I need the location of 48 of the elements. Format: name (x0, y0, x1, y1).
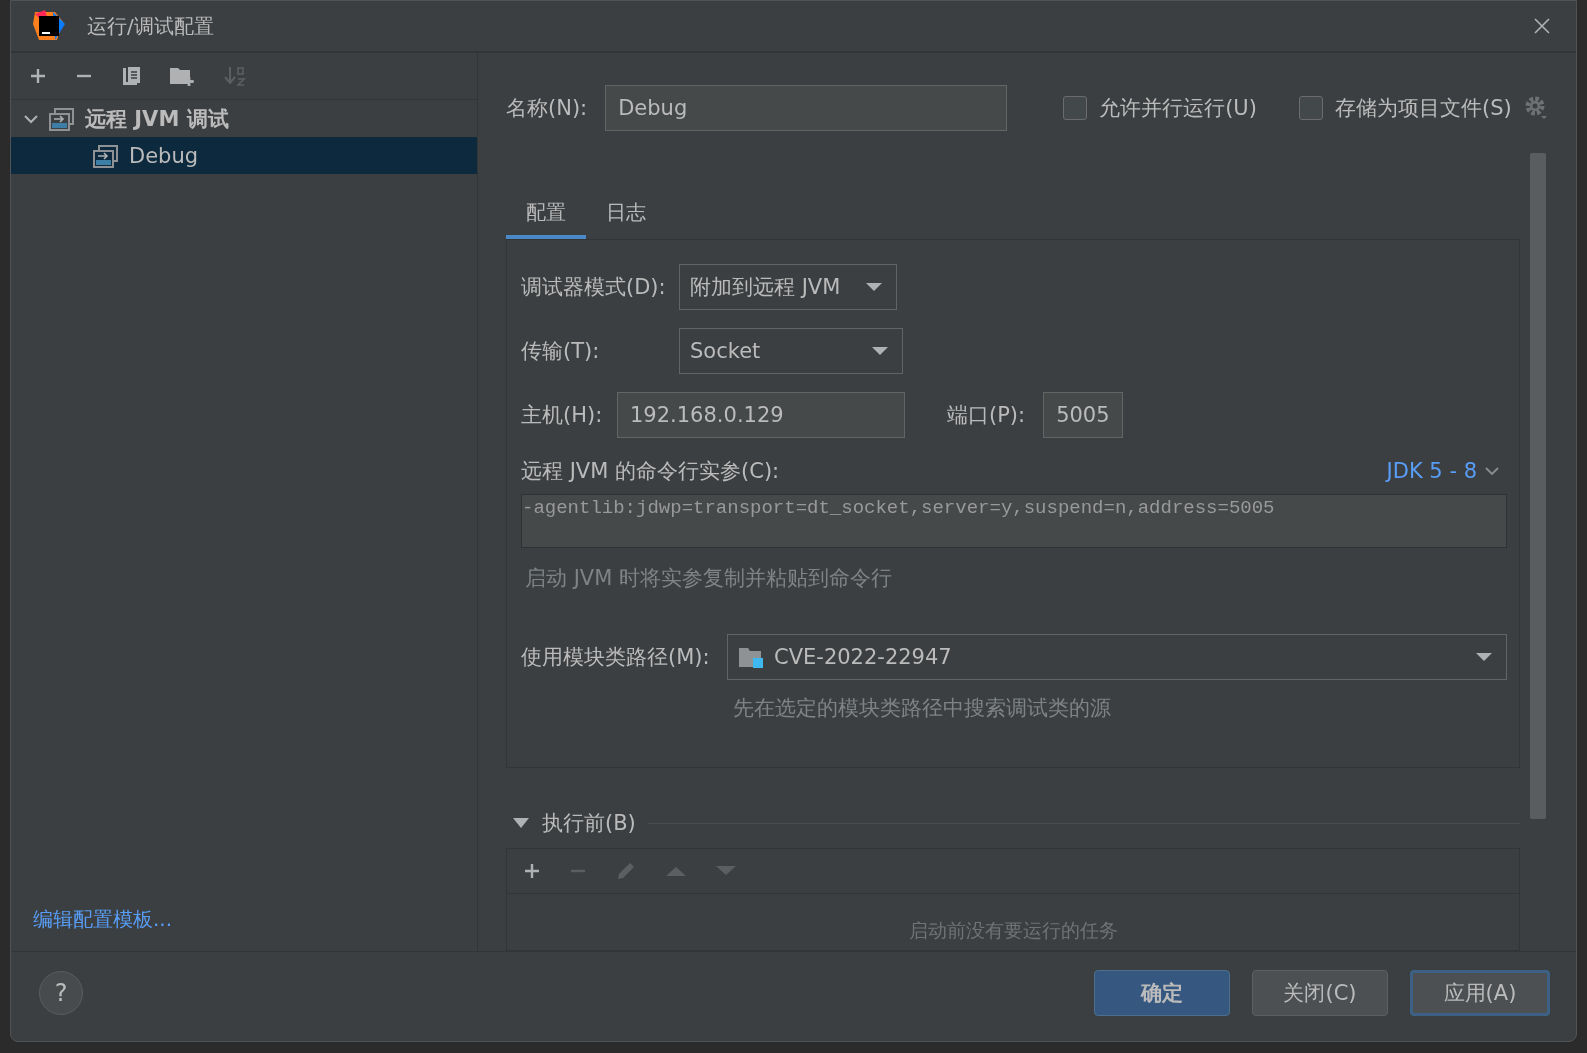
folder-add-icon[interactable] (169, 65, 195, 87)
add-icon[interactable] (29, 67, 47, 85)
dialog-button[interactable]: 关闭(C) (1252, 969, 1388, 1016)
tab[interactable]: 日志 (586, 189, 666, 239)
add-icon[interactable] (523, 862, 541, 880)
copy-icon[interactable] (121, 66, 141, 86)
name-field[interactable]: Debug (605, 85, 1008, 131)
tab[interactable]: 配置 (506, 189, 586, 239)
chevron-down-icon (1485, 466, 1499, 476)
section-title: 执行前(B) (542, 810, 636, 837)
dropdown-arrow-icon (1476, 652, 1492, 662)
field-label: 传输(T): (521, 338, 601, 365)
checkbox-label: 允许并行运行(U) (1099, 95, 1257, 122)
remote-config-icon (93, 143, 119, 168)
scrollbar-thumb[interactable] (1530, 153, 1546, 819)
checkbox[interactable] (1298, 96, 1323, 120)
checkbox-label: 存储为项目文件(S) (1334, 95, 1512, 122)
remote-config-icon (49, 106, 75, 131)
close-icon (1534, 18, 1550, 34)
field-label: 端口(P): (947, 402, 1026, 429)
hint-text: 先在选定的模块类路径中搜索调试类的源 (732, 695, 1112, 722)
gear-icon[interactable] (1523, 95, 1548, 121)
hint-text: 启动 JVM 时将实参复制并粘贴到命令行 (524, 565, 894, 592)
field-label: 调试器模式(D): (521, 274, 667, 301)
app-logo-icon (33, 10, 65, 42)
transport-dropdown[interactable]: Socket (679, 328, 903, 374)
tree-item[interactable]: 远程 JVM 调试 (11, 100, 477, 137)
tree-item[interactable]: Debug (11, 137, 477, 174)
field-label: 远程 JVM 的命令行实参(C): (521, 458, 780, 485)
dropdown-arrow-icon (872, 346, 888, 356)
port-field[interactable]: 5005 (1043, 392, 1124, 438)
field-label: 使用模块类路径(M): (521, 644, 711, 671)
help-button[interactable]: ? (39, 970, 83, 1015)
checkbox[interactable] (1063, 96, 1088, 120)
debugger-mode-dropdown[interactable]: 附加到远程 JVM (679, 264, 897, 310)
module-dropdown[interactable]: CVE-2022-22947 (727, 634, 1507, 680)
edit-templates-link[interactable]: 编辑配置模板... (11, 906, 173, 951)
field-label: 主机(H): (521, 402, 604, 429)
dropdown-arrow-icon (866, 282, 882, 292)
module-folder-icon (738, 645, 764, 669)
host-field[interactable]: 192.168.0.129 (617, 392, 905, 438)
jdk-version-link[interactable]: JDK 5 - 8 (1386, 459, 1507, 483)
dialog-button[interactable]: 应用(A) (1410, 969, 1550, 1016)
ok-button[interactable]: 确定 (1094, 969, 1230, 1016)
field-label: 名称(N): (506, 95, 588, 122)
command-line-text: -agentlib:jdwp=transport=dt_socket,server=y,suspend=n,address=5005 (521, 494, 1507, 548)
window-title: 运行/调试配置 (87, 12, 215, 40)
triangle-down-icon[interactable] (512, 817, 530, 829)
